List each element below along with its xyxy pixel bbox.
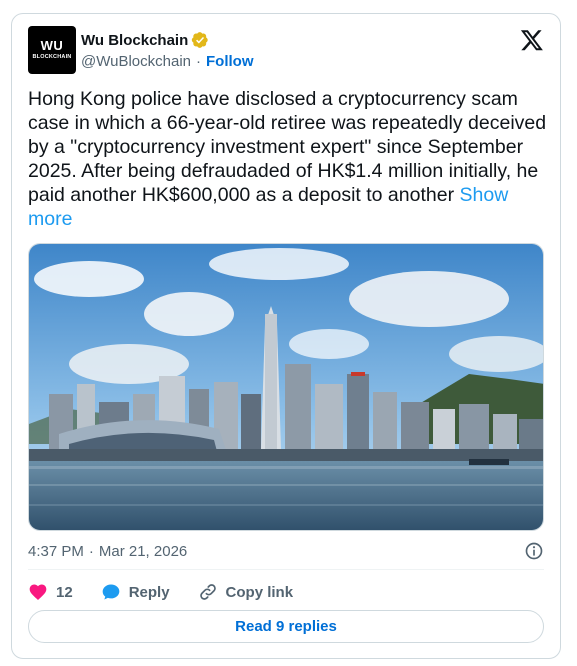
skyline-image <box>29 244 543 530</box>
reply-button[interactable]: Reply <box>101 582 170 602</box>
tweet-meta: 4:37 PM · Mar 21, 2026 <box>28 541 544 561</box>
avatar-logo-subtext: BLOCKCHAIN <box>32 54 72 60</box>
info-icon[interactable] <box>524 541 544 561</box>
author-name-row: Wu Blockchain <box>81 31 209 49</box>
handle-separator: · <box>196 53 201 70</box>
author-name[interactable]: Wu Blockchain <box>81 32 188 49</box>
action-bar: 12 Reply Copy link <box>28 580 544 604</box>
reply-label: Reply <box>128 583 170 601</box>
date-separator: · <box>88 542 94 560</box>
link-icon <box>199 584 216 600</box>
tweet-text: Hong Kong police have disclosed a crypto… <box>28 87 548 231</box>
divider <box>28 569 544 570</box>
tweet-card: WU BLOCKCHAIN Wu Blockchain @WuBlockchai… <box>11 13 561 659</box>
author-handle[interactable]: @WuBlockchain <box>81 53 191 70</box>
like-button[interactable]: 12 <box>28 582 73 602</box>
author-handle-row: @WuBlockchain · Follow <box>81 53 254 70</box>
tweet-image[interactable] <box>28 243 544 531</box>
read-replies-button[interactable]: Read 9 replies <box>28 610 544 643</box>
tweet-time[interactable]: 4:37 PM <box>28 543 84 560</box>
copy-link-label: Copy link <box>225 583 294 601</box>
tweet-date[interactable]: Mar 21, 2026 <box>99 543 187 560</box>
follow-button[interactable]: Follow <box>206 53 254 70</box>
avatar-logo-text: WU <box>40 38 64 53</box>
x-logo-icon[interactable] <box>520 28 544 52</box>
reply-bubble-icon <box>102 584 120 600</box>
avatar[interactable]: WU BLOCKCHAIN <box>28 26 76 74</box>
heart-icon <box>29 584 47 600</box>
like-count: 12 <box>56 583 73 601</box>
verified-badge-icon <box>192 32 208 48</box>
copy-link-button[interactable]: Copy link <box>198 582 294 602</box>
